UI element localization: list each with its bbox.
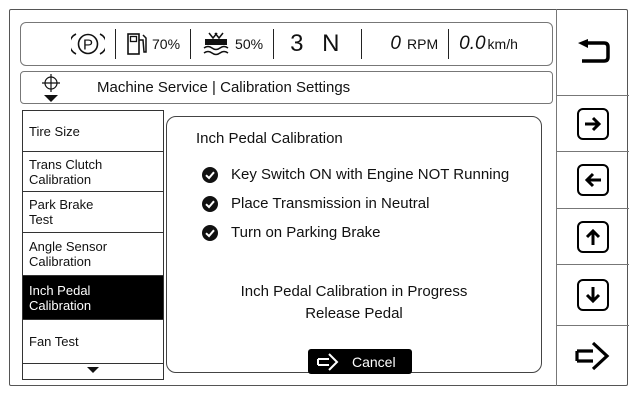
speed-unit: km/h [487,36,518,52]
cancel-button[interactable]: Cancel [308,349,412,374]
sidebar-item-tire-size[interactable]: Tire Size [23,111,163,152]
checklist-item: Place Transmission in Neutral [202,195,429,212]
engine-rpm: 0 RPM [372,23,438,65]
rpm-unit: RPM [407,36,439,52]
sidebar-item-park-brake-test[interactable]: Park Brake Test [23,192,163,233]
sidebar-item-label: Fan Test [29,334,79,349]
fuel-pump-icon [127,33,147,55]
sidebar-item-label: Inch Pedal Calibration [29,282,92,313]
check-circle-icon [202,195,218,212]
arrow-left-icon [577,164,609,196]
sidebar-item-angle-sensor-calibration[interactable]: Angle Sensor Calibration [23,233,163,276]
checklist-text: Key Switch ON with Engine NOT Running [231,166,510,183]
rpm-value: 0 [390,33,401,54]
checklist-item: Key Switch ON with Engine NOT Running [202,166,509,183]
menu-dropdown[interactable] [37,73,65,102]
separator [448,29,450,59]
breadcrumb: Machine Service | Calibration Settings [20,71,553,104]
gear-indicator: 3 N [284,23,351,65]
separator [190,29,192,59]
sidebar-scroll-down[interactable] [23,365,163,379]
checklist-item: Turn on Parking Brake [202,224,381,241]
crosshair-dropdown-icon [42,73,60,102]
fuel-percent: 70% [152,36,181,52]
panel-title: Inch Pedal Calibration [196,130,343,147]
park-brake-icon: P [71,33,105,55]
arrow-down-icon [577,279,609,311]
enter-icon [575,341,610,371]
park-symbol: P [83,37,93,54]
def-level: 50% [201,23,263,65]
check-circle-icon [202,224,218,241]
sidebar-item-inch-pedal-calibration[interactable]: Inch Pedal Calibration [23,276,163,320]
speed-value: 0.0 [459,33,486,54]
status-bar: P 70% 50% 3 N 0 RPM 0.0 km/h [20,22,553,66]
up-arrow-button[interactable] [557,209,629,264]
sidebar-item-label: Tire Size [29,123,80,139]
right-arrow-button[interactable] [557,96,629,151]
scroll-down-arrow-icon [87,367,99,373]
def-percent: 50% [235,36,264,52]
enter-button[interactable] [557,326,629,386]
separator [361,29,363,59]
park-brake-indicator: P [71,23,105,65]
cancel-label: Cancel [352,353,396,370]
check-circle-icon [202,166,218,183]
enter-icon [317,352,339,371]
breadcrumb-text: Machine Service | Calibration Settings [97,79,351,96]
left-arrow-button[interactable] [557,152,629,208]
sidebar-item-label: Park Brake Test [29,197,94,227]
sidebar-item-trans-clutch-calibration[interactable]: Trans Clutch Calibration [23,152,163,192]
ground-speed: 0.0 km/h [459,23,518,65]
separator [273,29,275,59]
calibration-panel: Inch Pedal Calibration Key Switch ON wit… [166,116,542,374]
back-button[interactable] [557,9,629,95]
progress-message: Inch Pedal Calibration in Progress [240,283,468,300]
arrow-up-icon [577,220,609,253]
sidebar-menu: Tire Size Trans Clutch Calibration Park … [22,110,164,380]
def-fluid-icon [203,32,229,56]
arrow-right-icon [577,107,609,140]
progress-instruction: Release Pedal [305,305,403,322]
checklist-text: Place Transmission in Neutral [231,195,430,212]
sidebar-item-label: Trans Clutch Calibration [29,156,103,187]
checklist-text: Turn on Parking Brake [231,224,381,241]
down-arrow-button[interactable] [557,265,629,325]
separator [115,29,116,59]
fuel-level: 70% [126,23,180,65]
navigation-column [556,9,629,386]
back-icon [578,39,610,63]
sidebar-item-label: Angle Sensor Calibration [29,239,108,269]
sidebar-item-fan-test[interactable]: Fan Test [23,320,163,364]
gear-value: 3 N [290,30,346,57]
